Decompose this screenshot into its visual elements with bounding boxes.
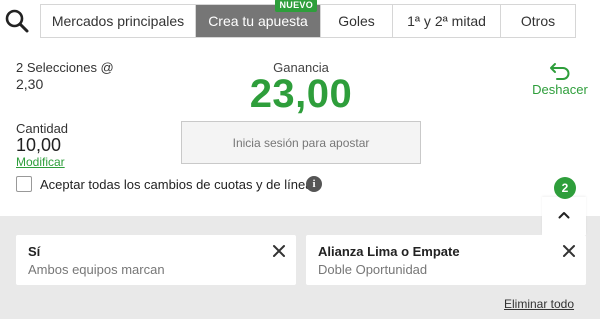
gain-value: 23,00 bbox=[249, 72, 353, 116]
selection-card: Alianza Lima o Empate Doble Oportunidad bbox=[306, 235, 586, 285]
tab-primera-segunda-mitad[interactable]: 1ª y 2ª mitad bbox=[393, 5, 501, 37]
selection-title: Sí bbox=[28, 244, 41, 259]
accept-changes-row: Aceptar todas los cambios de cuotas y de… bbox=[16, 176, 319, 192]
chevron-up-icon bbox=[558, 212, 570, 219]
selection-market: Ambos equipos marcan bbox=[28, 262, 165, 277]
new-badge: NUEVO bbox=[275, 0, 317, 12]
selection-title: Alianza Lima o Empate bbox=[318, 244, 460, 259]
login-to-bet-label: Inicia sesión para apostar bbox=[232, 135, 370, 150]
stake-value: 10,00 bbox=[16, 135, 62, 155]
remove-all-link[interactable]: Eliminar todo bbox=[504, 297, 574, 311]
tab-label: Goles bbox=[338, 13, 375, 29]
selections-count-label: 2 Selecciones @ bbox=[16, 60, 114, 75]
login-to-bet-button[interactable]: Inicia sesión para apostar bbox=[181, 121, 421, 164]
tabs: Mercados principales Crea tu apuesta NUE… bbox=[40, 0, 576, 38]
info-icon[interactable]: i bbox=[306, 176, 322, 192]
tab-label: Crea tu apuesta bbox=[208, 13, 308, 29]
close-icon[interactable] bbox=[272, 244, 286, 258]
accept-changes-label: Aceptar todas los cambios de cuotas y de… bbox=[40, 176, 319, 192]
collapse-slip-button[interactable] bbox=[542, 197, 586, 235]
tab-mercados-principales[interactable]: Mercados principales bbox=[41, 5, 196, 37]
tab-goles[interactable]: Goles bbox=[321, 5, 393, 37]
undo-arrow-icon bbox=[550, 63, 570, 80]
search-icon[interactable] bbox=[4, 8, 30, 34]
selection-card: Sí Ambos equipos marcan bbox=[16, 235, 296, 285]
selection-market: Doble Oportunidad bbox=[318, 262, 428, 277]
info-icon-glyph: i bbox=[312, 178, 316, 190]
accept-changes-checkbox[interactable] bbox=[16, 176, 32, 192]
stake-label: Cantidad bbox=[16, 121, 69, 136]
selections-count-badge: 2 bbox=[554, 177, 576, 199]
close-icon[interactable] bbox=[562, 244, 576, 258]
tab-label: Mercados principales bbox=[51, 13, 185, 29]
undo-label: Deshacer bbox=[532, 82, 588, 97]
tab-crea-tu-apuesta[interactable]: Crea tu apuesta NUEVO bbox=[196, 0, 321, 37]
tab-otros[interactable]: Otros bbox=[501, 5, 575, 37]
tab-label: Otros bbox=[520, 13, 556, 29]
market-tab-bar: Mercados principales Crea tu apuesta NUE… bbox=[0, 0, 600, 44]
modify-stake-link[interactable]: Modificar bbox=[16, 155, 65, 169]
tab-label: 1ª y 2ª mitad bbox=[407, 13, 486, 29]
total-odds: 2,30 bbox=[16, 76, 44, 92]
undo-button[interactable]: Deshacer bbox=[528, 62, 592, 97]
